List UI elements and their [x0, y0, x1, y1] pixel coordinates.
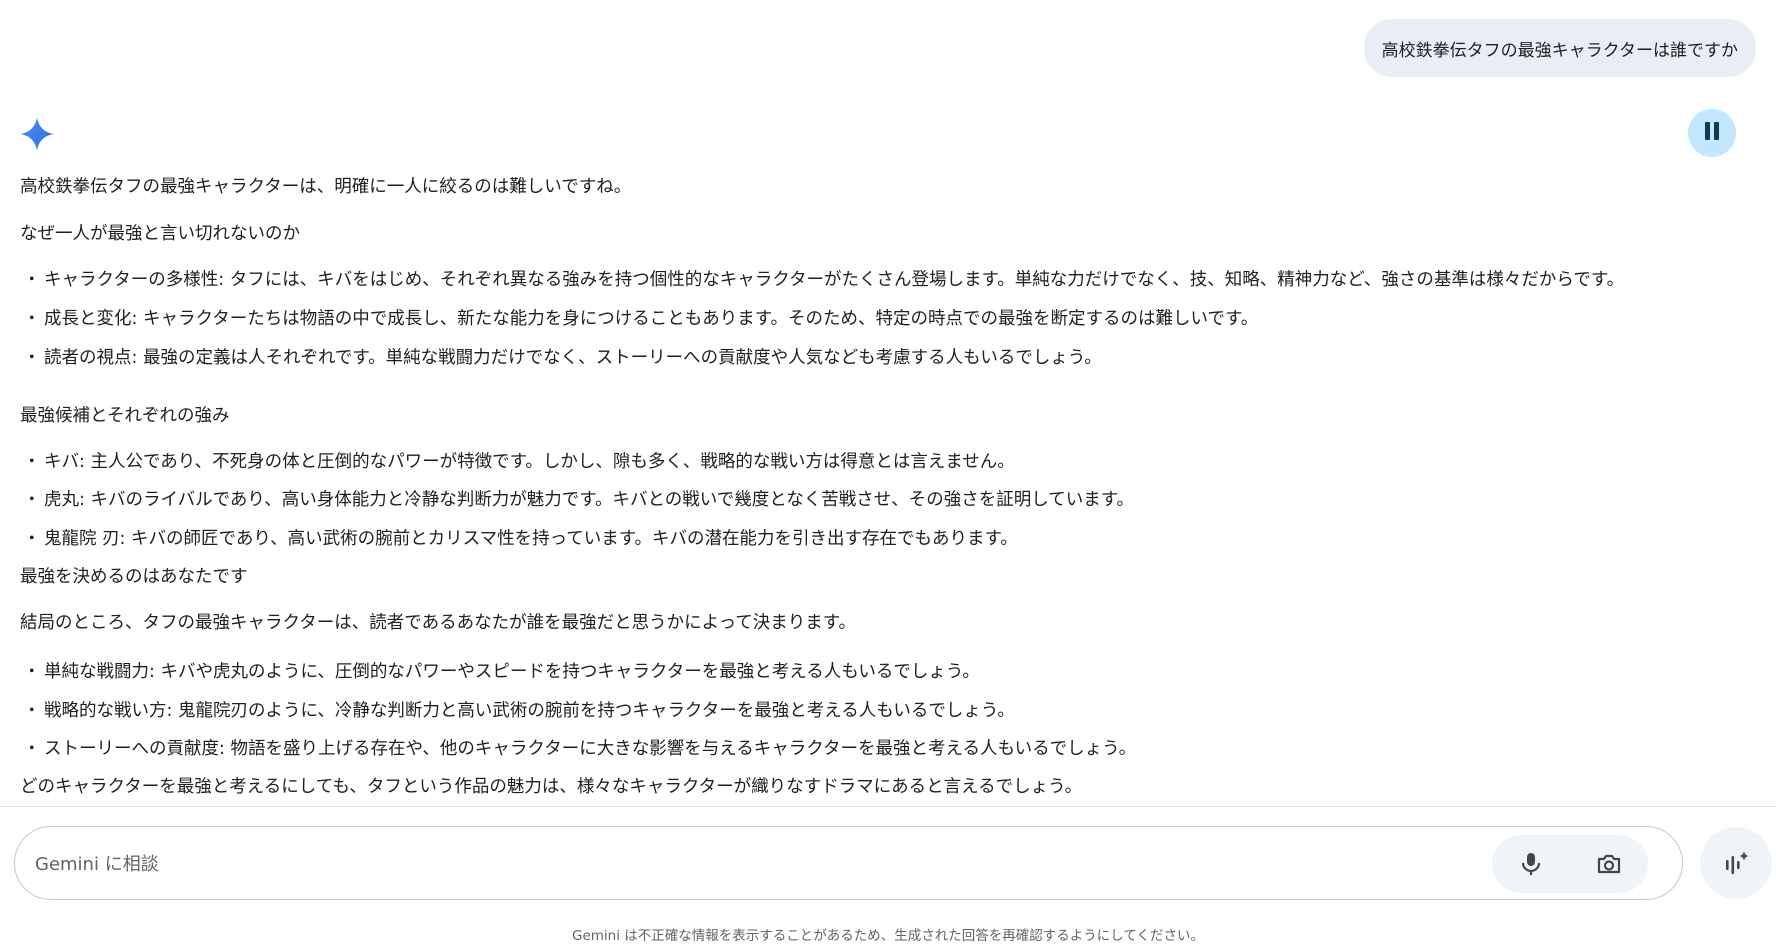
- list-item: ・虎丸: キバのライバルであり、高い身体能力と冷静な判断力が魅力です。キバとの戦…: [23, 490, 1134, 510]
- gemini-chat-page: 高校鉄拳伝タフの最強キャラクターは誰ですか 高校鉄拳伝タフの最強キャラクターは、…: [0, 0, 1776, 945]
- section-heading: 最強を決めるのはあなたです: [20, 567, 248, 587]
- user-message-text: 高校鉄拳伝タフの最強キャラクターは誰ですか: [1381, 40, 1738, 61]
- user-message-bubble: 高校鉄拳伝タフの最強キャラクターは誰ですか: [1363, 19, 1756, 77]
- input-actions: [1492, 835, 1648, 893]
- response-intro: 高校鉄拳伝タフの最強キャラクターは、明確に一人に絞るのは難しいですね。: [20, 177, 632, 197]
- disclaimer-text: Gemini は不正確な情報を表示することがあるため、生成された回答を再確認する…: [572, 928, 1204, 944]
- camera-icon: [1597, 854, 1621, 874]
- gemini-sparkle-icon: [20, 117, 54, 151]
- microphone-button[interactable]: [1511, 844, 1551, 884]
- response-conclusion: どのキャラクターを最強と考えるにしても、タフという作品の魅力は、様々なキャラクタ…: [20, 777, 1083, 797]
- list-item: ・キバ: 主人公であり、不死身の体と圧倒的なパワーが特徴です。しかし、隙も多く、…: [23, 452, 1015, 472]
- list-item: ・ストーリーへの貢献度: 物語を盛り上げる存在や、他のキャラクターに大きな影響を…: [23, 739, 1137, 759]
- list-item: ・読者の視点: 最強の定義は人それぞれです。単純な戦闘力だけでなく、ストーリーへ…: [23, 348, 1102, 368]
- live-voice-icon: [1726, 851, 1749, 874]
- section-heading: 最強候補とそれぞれの強み: [20, 406, 230, 426]
- pause-icon: [1703, 122, 1721, 144]
- list-item: ・戦略的な戦い方: 鬼龍院刃のように、冷静な判断力と高い武術の腕前を持つキャラク…: [23, 701, 1015, 721]
- prompt-input[interactable]: [33, 827, 1337, 901]
- list-item: ・鬼龍院 刃: キバの師匠であり、高い武術の腕前とカリスマ性を持っています。キバ…: [23, 529, 1018, 549]
- stop-response-button[interactable]: [1688, 109, 1736, 157]
- list-item: ・単純な戦闘力: キバや虎丸のように、圧倒的なパワーやスピードを持つキャラクター…: [23, 662, 980, 682]
- list-item: ・キャラクターの多様性: タフには、キバをはじめ、それぞれ異なる強みを持つ個性的…: [23, 270, 1625, 290]
- list-item: ・成長と変化: キャラクターたちは物語の中で成長し、新たな能力を身につけることも…: [23, 309, 1259, 329]
- prompt-input-box[interactable]: [14, 826, 1683, 901]
- microphone-icon: [1521, 853, 1541, 875]
- divider: [0, 806, 1776, 807]
- camera-button[interactable]: [1589, 844, 1629, 884]
- section-intro: 結局のところ、タフの最強キャラクターは、読者であるあなたが誰を最強だと思うかによ…: [20, 613, 856, 633]
- live-voice-button[interactable]: [1700, 827, 1772, 899]
- section-heading: なぜ一人が最強と言い切れないのか: [20, 224, 300, 244]
